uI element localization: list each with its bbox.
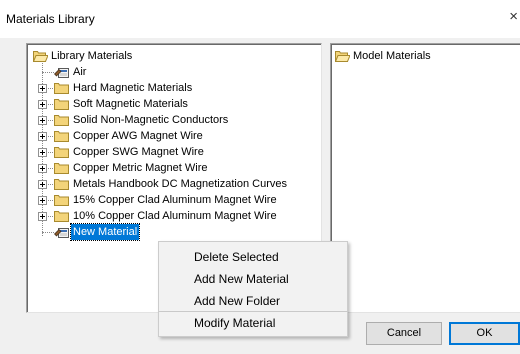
material-icon — [54, 225, 70, 239]
tree-connector — [42, 232, 54, 233]
tree-connector — [48, 168, 53, 169]
window-title: Materials Library — [6, 12, 95, 26]
tree-root-library-materials[interactable]: Library Materials — [29, 48, 229, 64]
plus-expander-icon[interactable] — [38, 212, 47, 221]
folder-icon — [54, 194, 69, 206]
tree-item-label: 10% Copper Clad Aluminum Magnet Wire — [73, 210, 277, 222]
title-bar: Materials Library × — [0, 0, 520, 38]
tree-item-new-material[interactable]: New Material — [29, 223, 229, 241]
tree-item-label: Metals Handbook DC Magnetization Curves — [73, 178, 287, 190]
close-icon[interactable]: × — [509, 9, 518, 25]
plus-expander-icon[interactable] — [38, 84, 47, 93]
context-menu: Delete Selected Add New Material Add New… — [158, 241, 348, 312]
tree-connector — [48, 136, 53, 137]
model-materials-panel[interactable]: Model Materials — [330, 43, 520, 313]
material-icon — [54, 65, 70, 79]
folder-icon — [54, 162, 69, 174]
plus-expander-icon[interactable] — [38, 164, 47, 173]
tree-connector — [48, 88, 53, 89]
tree-connector — [48, 120, 53, 121]
tree-item-label: 15% Copper Clad Aluminum Magnet Wire — [73, 194, 277, 206]
plus-expander-icon[interactable] — [38, 132, 47, 141]
tree-item-metals-handbook-dc-magnetization-curves[interactable]: Metals Handbook DC Magnetization Curves — [29, 176, 319, 192]
tree-root-label: Library Materials — [51, 50, 133, 62]
tree-item-label: Hard Magnetic Materials — [73, 82, 193, 94]
tree-item-hard-magnetic-materials[interactable]: Hard Magnetic Materials — [29, 80, 309, 96]
tree-item-label: New Material — [69, 223, 141, 241]
folder-icon — [54, 114, 69, 126]
plus-expander-icon[interactable] — [38, 116, 47, 125]
menu-item-add-new-folder[interactable]: Add New Folder — [159, 290, 347, 312]
tree-item-label: Air — [73, 66, 87, 78]
menu-item-add-new-material[interactable]: Add New Material — [159, 268, 347, 290]
tree-item-copper-swg-magnet-wire[interactable]: Copper SWG Magnet Wire — [29, 144, 309, 160]
tree-connector — [48, 152, 53, 153]
tree-item-solid-non-magnetic-conductors[interactable]: Solid Non-Magnetic Conductors — [29, 112, 309, 128]
plus-expander-icon[interactable] — [38, 148, 47, 157]
folder-open-icon — [33, 50, 48, 62]
tree-item-soft-magnetic-materials[interactable]: Soft Magnetic Materials — [29, 96, 309, 112]
plus-expander-icon[interactable] — [38, 100, 47, 109]
folder-icon — [54, 146, 69, 158]
tree-item-15-copper-clad-aluminum-magnet-wire[interactable]: 15% Copper Clad Aluminum Magnet Wire — [29, 192, 319, 208]
tree-item-label: Soft Magnetic Materials — [73, 98, 188, 110]
folder-open-icon — [335, 50, 350, 62]
tree-item-air[interactable]: Air — [29, 64, 229, 80]
tree-item-label: Copper AWG Magnet Wire — [73, 130, 203, 142]
folder-icon — [54, 98, 69, 110]
folder-icon — [54, 130, 69, 142]
materials-library-dialog: Materials Library × Library Materials Ai… — [0, 0, 520, 354]
folder-icon — [54, 82, 69, 94]
tree-item-10-copper-clad-aluminum-magnet-wire[interactable]: 10% Copper Clad Aluminum Magnet Wire — [29, 208, 319, 224]
plus-expander-icon[interactable] — [38, 180, 47, 189]
tree-connector — [42, 72, 54, 73]
tree-item-label: Copper SWG Magnet Wire — [73, 146, 204, 158]
ok-button[interactable]: OK — [449, 322, 520, 345]
tree-root-model-materials[interactable]: Model Materials — [333, 48, 513, 64]
folder-icon — [54, 210, 69, 222]
plus-expander-icon[interactable] — [38, 196, 47, 205]
folder-icon — [54, 178, 69, 190]
tree-connector — [48, 184, 53, 185]
menu-item-modify-material[interactable]: Modify Material — [158, 312, 348, 337]
tree-connector — [48, 200, 53, 201]
tree-item-copper-metric-magnet-wire[interactable]: Copper Metric Magnet Wire — [29, 160, 309, 176]
tree-item-label: Copper Metric Magnet Wire — [73, 162, 208, 174]
tree-item-copper-awg-magnet-wire[interactable]: Copper AWG Magnet Wire — [29, 128, 309, 144]
tree-item-label: Solid Non-Magnetic Conductors — [73, 114, 229, 126]
tree-connector — [48, 104, 53, 105]
tree-connector — [48, 216, 53, 217]
menu-item-delete-selected[interactable]: Delete Selected — [159, 246, 347, 268]
tree-root-label: Model Materials — [353, 50, 431, 62]
cancel-button[interactable]: Cancel — [366, 322, 442, 345]
